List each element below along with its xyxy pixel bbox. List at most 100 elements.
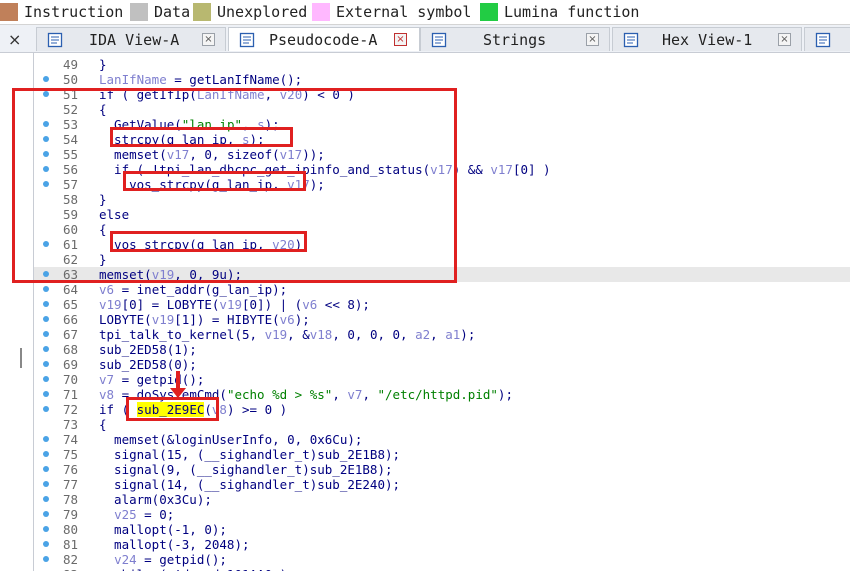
tab-ida-view-a[interactable]: IDA View-A ×: [36, 27, 226, 51]
code-text[interactable]: if ( sub_2E9EC(v8) >= 0 ): [99, 402, 287, 417]
code-text[interactable]: v24 = getpid();: [99, 552, 227, 567]
code-line[interactable]: 74 memset(&loginUserInfo, 0, 0x6Cu);: [34, 432, 850, 447]
code-line[interactable]: 72 if ( sub_2E9EC(v8) >= 0 ): [34, 402, 850, 417]
tab-close-icon[interactable]: ×: [778, 33, 791, 46]
code-text[interactable]: signal(9, (__sighandler_t)sub_2E1B8);: [99, 462, 392, 477]
code-text[interactable]: {: [99, 417, 107, 432]
code-line[interactable]: 51 if ( getIfIp(LanIfName, v20) < 0 ): [34, 87, 850, 102]
close-icon[interactable]: ×: [8, 30, 21, 49]
tab-label: IDA View-A: [89, 30, 180, 49]
line-number: 55: [62, 147, 78, 162]
code-line[interactable]: 58}: [34, 192, 850, 207]
code-line[interactable]: 54 strcpy(g_lan_ip, s);: [34, 132, 850, 147]
code-line[interactable]: 81 mallopt(-3, 2048);: [34, 537, 850, 552]
code-text[interactable]: GetValue("lan.ip", s);: [99, 117, 280, 132]
code-line[interactable]: 82 v24 = getpid();: [34, 552, 850, 567]
legend-item: Instruction: [0, 2, 123, 22]
line-number: 64: [62, 282, 78, 297]
code-line[interactable]: 65 v19[0] = LOBYTE(v19[0]) | (v6 << 8);: [34, 297, 850, 312]
code-line[interactable]: 67 tpi_talk_to_kernel(5, v19, &v18, 0, 0,…: [34, 327, 850, 342]
legend-item: External symbol: [312, 2, 471, 22]
code-text[interactable]: signal(15, (__sighandler_t)sub_2E1B8);: [99, 447, 400, 462]
code-line[interactable]: 50 LanIfName = getLanIfName();: [34, 72, 850, 87]
code-line[interactable]: 78 alarm(0x3Cu);: [34, 492, 850, 507]
code-text[interactable]: memset(&loginUserInfo, 0, 0x6Cu);: [99, 432, 362, 447]
code-line[interactable]: 59 else: [34, 207, 850, 222]
code-text[interactable]: }: [99, 252, 107, 267]
code-text[interactable]: memset(v19, 0, 9u);: [99, 267, 242, 282]
code-text[interactable]: vos_strcpy(g_lan_ip, v17);: [99, 177, 325, 192]
code-text[interactable]: v25 = 0;: [99, 507, 174, 522]
code-text[interactable]: alarm(0x3Cu);: [99, 492, 212, 507]
code-text[interactable]: signal(14, (__sighandler_t)sub_2E240);: [99, 477, 400, 492]
code-text[interactable]: v6 = inet_addr(g_lan_ip);: [99, 282, 287, 297]
code-text[interactable]: sub_2ED58(1);: [99, 342, 197, 357]
tab-strings[interactable]: Strings ×: [420, 27, 610, 51]
code-text[interactable]: }: [99, 192, 107, 207]
code-line[interactable]: 55 memset(v17, 0, sizeof(v17));: [34, 147, 850, 162]
code-text[interactable]: v7 = getpid();: [99, 372, 204, 387]
code-line[interactable]: 64 v6 = inet_addr(g_lan_ip);: [34, 282, 850, 297]
code-line[interactable]: 80 mallopt(-1, 0);: [34, 522, 850, 537]
line-number: 72: [62, 402, 78, 417]
code-line[interactable]: 66 LOBYTE(v19[1]) = HIBYTE(v6);: [34, 312, 850, 327]
tab-close-icon[interactable]: ×: [586, 33, 599, 46]
code-text[interactable]: {: [99, 102, 107, 117]
code-line[interactable]: 52 {: [34, 102, 850, 117]
code-text[interactable]: v8 = doSystemCmd("echo %d > %s", v7, "/e…: [99, 387, 513, 402]
code-text[interactable]: sub_2ED58(0);: [99, 357, 197, 372]
code-text[interactable]: v19[0] = LOBYTE(v19[0]) | (v6 << 8);: [99, 297, 370, 312]
code-text[interactable]: if ( getIfIp(LanIfName, v20) < 0 ): [99, 87, 355, 102]
code-text[interactable]: memset(v17, 0, sizeof(v17));: [99, 147, 325, 162]
code-text[interactable]: LOBYTE(v19[1]) = HIBYTE(v6);: [99, 312, 310, 327]
code-text[interactable]: tpi_talk_to_kernel(5, v19, &v18, 0, 0, 0…: [99, 327, 475, 342]
code-text[interactable]: {: [99, 222, 107, 237]
code-line[interactable]: 62}: [34, 252, 850, 267]
code-line[interactable]: 60 {: [34, 222, 850, 237]
code-line[interactable]: 83 while ( !dword_101AA0 ): [34, 567, 850, 571]
color-legend-bar: Instruction Data Unexplored External symbol…: [0, 0, 850, 25]
line-number: 82: [62, 552, 78, 567]
code-line[interactable]: 61 vos_strcpy(g_lan_ip, v20);: [34, 237, 850, 252]
tab-close-icon[interactable]: ×: [202, 33, 215, 46]
tab-pseudocode-a[interactable]: Pseudocode-A ×: [228, 27, 420, 51]
ida-view-icon: [47, 32, 63, 47]
code-line[interactable]: 77 signal(14, (__sighandler_t)sub_2E240)…: [34, 477, 850, 492]
code-line[interactable]: 71 v8 = doSystemCmd("echo %d > %s", v7, "…: [34, 387, 850, 402]
code-line[interactable]: 68 sub_2ED58(1);: [34, 342, 850, 357]
code-text[interactable]: }: [99, 57, 107, 72]
code-line[interactable]: 49}: [34, 57, 850, 72]
code-line[interactable]: 76 signal(9, (__sighandler_t)sub_2E1B8);: [34, 462, 850, 477]
code-line[interactable]: 53 GetValue("lan.ip", s);: [34, 117, 850, 132]
code-line[interactable]: 63 memset(v19, 0, 9u);: [34, 267, 850, 282]
code-text[interactable]: LanIfName = getLanIfName();: [99, 72, 302, 87]
code-line[interactable]: 79 v25 = 0;: [34, 507, 850, 522]
code-text[interactable]: if ( !tpi_lan_dhcpc_get_ipinfo_and_statu…: [99, 162, 551, 177]
pseudocode-view[interactable]: 49} 50 LanIfName = getLanIfName(); 51 if ( g…: [34, 53, 850, 571]
code-line[interactable]: 57 vos_strcpy(g_lan_ip, v17);: [34, 177, 850, 192]
code-line[interactable]: 70 v7 = getpid();: [34, 372, 850, 387]
code-text[interactable]: while ( !dword_101AA0 ): [99, 567, 287, 571]
code-line[interactable]: 73 {: [34, 417, 850, 432]
code-line[interactable]: 75 signal(15, (__sighandler_t)sub_2E1B8)…: [34, 447, 850, 462]
code-text[interactable]: strcpy(g_lan_ip, s);: [99, 132, 265, 147]
tab-close-icon[interactable]: ×: [394, 33, 407, 46]
tab-structures[interactable]: [804, 27, 850, 51]
line-number: 69: [62, 357, 78, 372]
line-number: 78: [62, 492, 78, 507]
panel-scroll-marker[interactable]: [20, 348, 22, 368]
legend-label: External symbol: [336, 3, 472, 21]
code-text[interactable]: vos_strcpy(g_lan_ip, v20);: [99, 237, 310, 252]
tab-hex-view-1[interactable]: Hex View-1 ×: [612, 27, 802, 51]
legend-label: Lumina function: [504, 3, 640, 21]
code-line[interactable]: 69 sub_2ED58(0);: [34, 357, 850, 372]
line-number: 52: [62, 102, 78, 117]
code-text[interactable]: mallopt(-1, 0);: [99, 522, 227, 537]
legend-label: Unexplored: [217, 3, 308, 21]
hex-view-icon: [623, 32, 639, 47]
code-text[interactable]: else: [99, 207, 129, 222]
code-text[interactable]: mallopt(-3, 2048);: [99, 537, 249, 552]
line-number: 73: [62, 417, 78, 432]
code-line[interactable]: 56 if ( !tpi_lan_dhcpc_get_ipinfo_and_st…: [34, 162, 850, 177]
line-number: 79: [62, 507, 78, 522]
